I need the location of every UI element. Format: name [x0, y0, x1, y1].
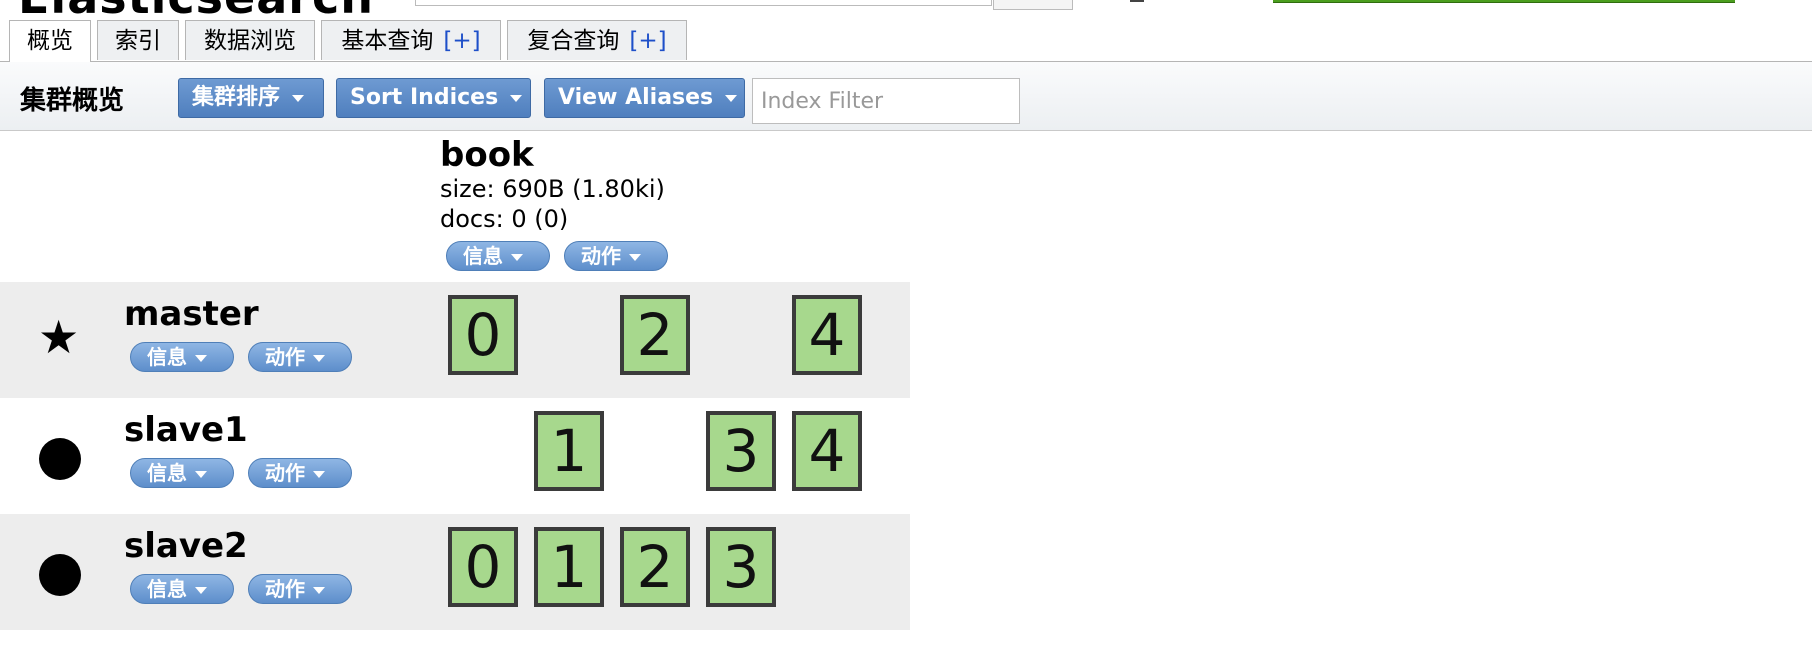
sort-indices-button[interactable]: Sort Indices [336, 78, 531, 118]
button-label: 动作 [265, 345, 305, 369]
button-label: Sort Indices [350, 85, 499, 110]
chevron-down-icon [510, 94, 523, 102]
index-action-button[interactable]: 动作 [564, 241, 668, 271]
node-info-button[interactable]: 信息 [130, 574, 234, 604]
node-name: slave1 [124, 410, 248, 450]
button-label: 信息 [463, 244, 503, 268]
shard-box[interactable]: 4 [792, 411, 862, 491]
index-size: size: 690B (1.80ki) [440, 175, 665, 203]
tab-basic-query[interactable]: 基本查询 [+] [321, 20, 501, 60]
button-label: 信息 [147, 577, 187, 601]
node-info-button[interactable]: 信息 [130, 342, 234, 372]
chevron-down-icon [725, 94, 738, 102]
shard-box[interactable]: 4 [792, 295, 862, 375]
node-row-slave2: slave2 信息 动作 0 1 2 3 [0, 514, 910, 630]
header-divider [1130, 0, 1144, 2]
shard-box[interactable]: 3 [706, 527, 776, 607]
tab-compound-query[interactable]: 复合查询 [+] [507, 20, 687, 60]
dot-icon [39, 438, 81, 480]
tab-browser[interactable]: 数据浏览 [185, 20, 315, 60]
node-row-slave1: slave1 信息 动作 1 3 4 [0, 398, 910, 514]
node-name: slave2 [124, 526, 248, 566]
page: Elasticsearch 概览 索引 数据浏览 基本查询 [+] 复合查询 [+]… [0, 0, 1812, 660]
toolbar: 集群概览 集群排序 Sort Indices View Aliases [0, 62, 1812, 131]
tab-add-icon[interactable]: [+] [443, 28, 480, 54]
index-header: book size: 690B (1.80ki) docs: 0 (0) [440, 136, 665, 234]
tab-label: 索引 [115, 28, 161, 54]
shard-box[interactable]: 0 [448, 527, 518, 607]
button-label: 信息 [147, 345, 187, 369]
button-label: 动作 [265, 461, 305, 485]
connect-url-input[interactable] [415, 0, 992, 6]
tab-label: 概览 [27, 28, 73, 54]
chevron-down-icon [313, 355, 325, 362]
node-action-button[interactable]: 动作 [248, 458, 352, 488]
tab-add-icon[interactable]: [+] [629, 28, 666, 54]
dot-icon [39, 554, 81, 596]
button-label: 动作 [265, 577, 305, 601]
chevron-down-icon [313, 471, 325, 478]
chevron-down-icon [195, 471, 207, 478]
button-label: 信息 [147, 461, 187, 485]
chevron-down-icon [195, 587, 207, 594]
index-info-button[interactable]: 信息 [446, 241, 550, 271]
shard-box[interactable]: 3 [706, 411, 776, 491]
tab-bar: 概览 索引 数据浏览 基本查询 [+] 复合查询 [+] [0, 20, 1812, 62]
tab-label: 基本查询 [341, 28, 434, 54]
index-docs: docs: 0 (0) [440, 205, 569, 233]
tab-indices[interactable]: 索引 [97, 20, 179, 60]
node-action-button[interactable]: 动作 [248, 342, 352, 372]
shard-box[interactable]: 0 [448, 295, 518, 375]
chevron-down-icon [195, 355, 207, 362]
shard-box[interactable]: 1 [534, 411, 604, 491]
star-icon: ★ [38, 310, 80, 364]
node-name: master [124, 294, 259, 334]
chevron-down-icon [292, 94, 305, 102]
tab-overview[interactable]: 概览 [9, 20, 91, 62]
shard-box[interactable]: 1 [534, 527, 604, 607]
tab-label: 数据浏览 [204, 28, 296, 54]
tab-label: 复合查询 [527, 28, 620, 54]
chevron-down-icon [511, 254, 523, 261]
index-name: book [440, 135, 534, 175]
button-label: 动作 [581, 244, 621, 268]
app-title: Elasticsearch [18, 0, 374, 20]
view-aliases-button[interactable]: View Aliases [544, 78, 745, 118]
cluster-health-bar [1273, 0, 1735, 3]
chevron-down-icon [313, 587, 325, 594]
button-label: 集群排序 [192, 85, 281, 110]
node-info-button[interactable]: 信息 [130, 458, 234, 488]
sort-cluster-button[interactable]: 集群排序 [178, 78, 324, 118]
connect-button[interactable] [993, 0, 1073, 10]
index-filter-input[interactable] [752, 78, 1020, 124]
chevron-down-icon [629, 254, 641, 261]
node-row-master: ★ master 信息 动作 0 2 4 [0, 282, 910, 398]
page-title: 集群概览 [20, 86, 125, 116]
shard-box[interactable]: 2 [620, 527, 690, 607]
button-label: View Aliases [558, 85, 714, 110]
shard-box[interactable]: 2 [620, 295, 690, 375]
node-action-button[interactable]: 动作 [248, 574, 352, 604]
